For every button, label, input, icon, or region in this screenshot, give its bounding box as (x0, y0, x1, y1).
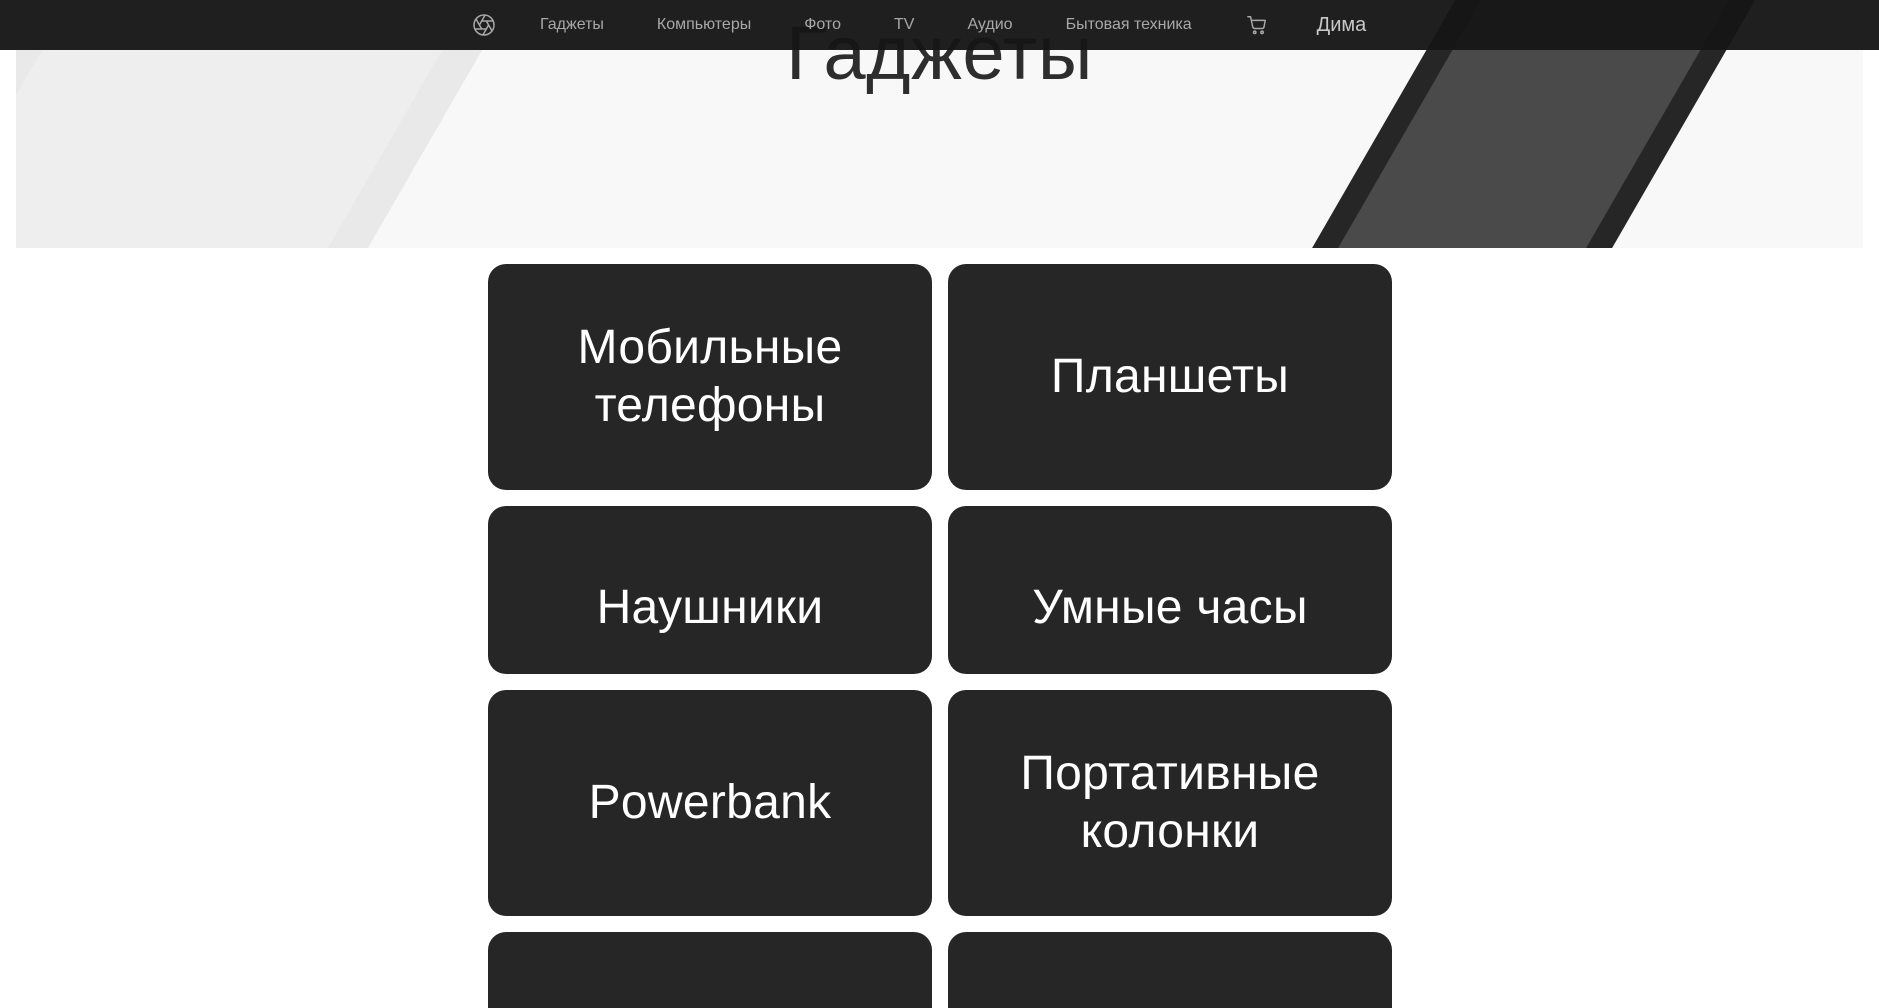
category-card-partial-left[interactable] (488, 932, 932, 1008)
user-name-link[interactable]: Дима (1317, 14, 1367, 37)
category-card-label: Умные часы (1032, 581, 1308, 634)
top-navbar: Гаджеты Компьютеры Фото TV Аудио Бытовая… (0, 0, 1879, 50)
category-card-headphones[interactable]: Наушники (488, 506, 932, 674)
category-card-label: Мобильные телефоны (577, 321, 843, 432)
nav-link-photo[interactable]: Фото (804, 16, 841, 34)
category-card-tablets[interactable]: Планшеты (948, 264, 1392, 490)
category-card-smartwatches[interactable]: Умные часы (948, 506, 1392, 674)
nav-link-computers[interactable]: Компьютеры (657, 16, 751, 34)
page: Гаджеты Гаджеты Компьютеры Фото TV Аудио (0, 0, 1879, 1008)
category-card-partial-right[interactable] (948, 932, 1392, 1008)
category-card-mobile-phones[interactable]: Мобильные телефоны (488, 264, 932, 490)
nav-link-gadgets[interactable]: Гаджеты (540, 16, 604, 34)
category-card-label: Планшеты (1050, 350, 1290, 403)
navbar-inner: Гаджеты Компьютеры Фото TV Аудио Бытовая… (468, 0, 1366, 50)
nav-link-audio[interactable]: Аудио (967, 16, 1012, 34)
cart-icon[interactable] (1245, 0, 1269, 50)
nav-link-appliances[interactable]: Бытовая техника (1066, 16, 1192, 34)
category-card-label: Powerbank (588, 776, 832, 829)
category-card-powerbank[interactable]: Powerbank (488, 690, 932, 916)
aperture-icon[interactable] (468, 0, 500, 50)
nav-link-tv[interactable]: TV (894, 16, 914, 34)
category-card-label: Наушники (596, 581, 824, 634)
category-card-label: Портативные колонки (1020, 747, 1320, 858)
category-card-portable-speakers[interactable]: Портативные колонки (948, 690, 1392, 916)
